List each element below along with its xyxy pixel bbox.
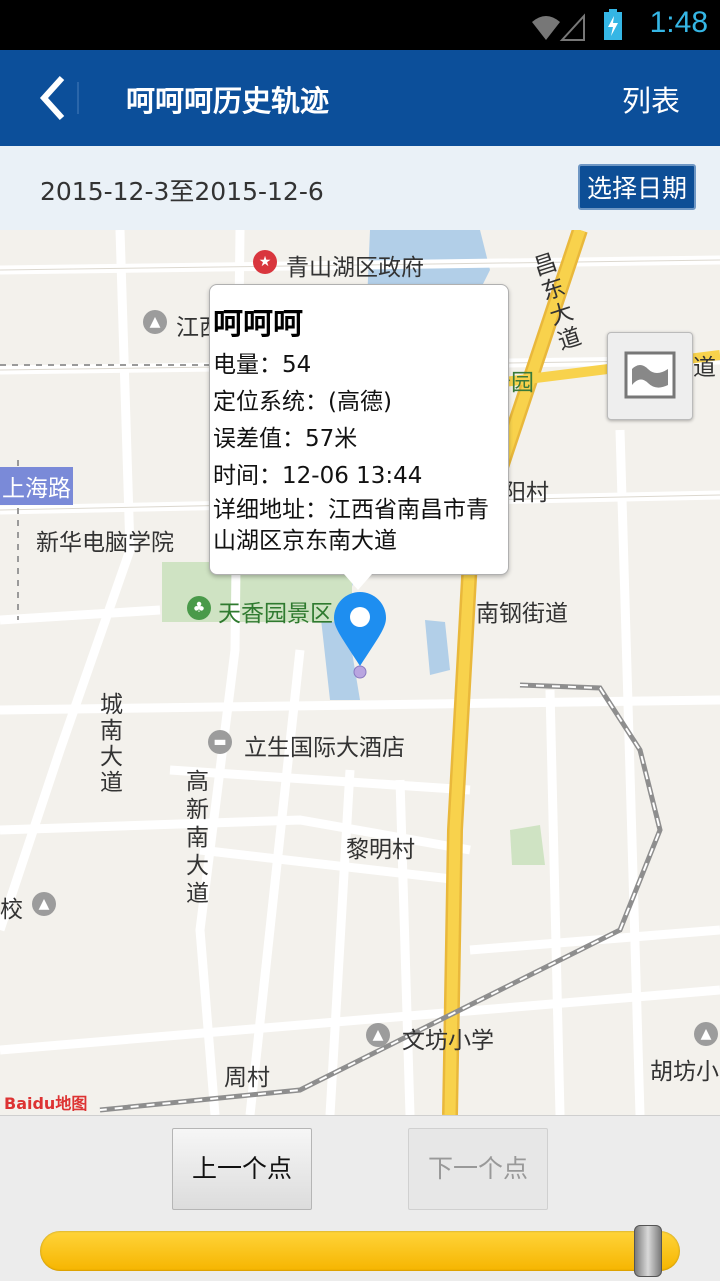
list-button[interactable]: 列表	[622, 78, 680, 120]
school-icon: ▲	[143, 310, 167, 334]
page-title: 呵呵呵历史轨迹	[126, 84, 330, 118]
baidu-logo: Baidu地图	[4, 1094, 88, 1113]
battery-charging-icon	[604, 9, 622, 40]
school-icon: ▲	[694, 1022, 718, 1046]
popup-time: 时间：12-06 13:44	[213, 463, 423, 489]
date-range: 2015-12-3至2015-12-6	[40, 177, 324, 206]
school-icon: ▲	[366, 1023, 390, 1047]
app-header: 呵呵呵历史轨迹 列表	[0, 50, 720, 146]
status-bar: 1:48	[0, 0, 720, 50]
map-label-tianxiang-park: 天香园景区	[218, 601, 333, 627]
select-date-button[interactable]: 选择日期	[578, 164, 696, 210]
map-layer-button[interactable]	[607, 332, 693, 420]
map-label-school-frag: 校	[0, 897, 23, 923]
popup-error: 误差值：57米	[213, 426, 358, 452]
map-label-hufang: 胡坊小	[650, 1059, 719, 1085]
government-icon: ★	[253, 250, 277, 274]
status-time: 1:48	[649, 6, 708, 39]
location-pin-icon[interactable]	[332, 590, 388, 682]
map-label-gaoxin-road: 高新南大道	[186, 769, 209, 907]
map-label-zhoucun: 周村	[224, 1065, 270, 1091]
popup-device-name: 呵呵呵	[213, 307, 303, 342]
popup-pointer	[344, 574, 372, 590]
map-label-qingshanhu-gov: 青山湖区政府	[286, 255, 424, 281]
wifi-icon	[532, 13, 585, 41]
bottom-controls: 上一个点 下一个点	[0, 1115, 720, 1281]
map-layer-icon	[624, 351, 676, 399]
slider-thumb[interactable]	[633, 1225, 662, 1277]
next-point-button[interactable]: 下一个点	[408, 1128, 548, 1210]
track-progress-slider[interactable]	[40, 1225, 680, 1277]
map-label-liming: 黎明村	[346, 837, 415, 863]
map-label-shanghai-road: 上海路	[0, 467, 73, 505]
hotel-icon: ▬	[208, 730, 232, 754]
map-label-chengnan-road: 城南大道	[100, 692, 123, 796]
map-label-wenfang-school: 文坊小学	[402, 1028, 494, 1054]
map-label-xinhua-college: 新华电脑学院	[36, 530, 174, 556]
popup-address: 详细地址：江西省南昌市青山湖区京东南大道	[213, 497, 489, 554]
location-info-popup: 呵呵呵 电量：54 定位系统：(高德) 误差值：57米 时间：12-06 13:…	[209, 284, 509, 575]
map-view[interactable]: ★ 青山湖区政府 ▲ 江西 院 ♣ 海洋公园 上海路 广阳村 新华电脑学院 ♣ …	[0, 230, 720, 1115]
popup-battery: 电量：54	[213, 352, 312, 378]
date-bar: 2015-12-3至2015-12-6 选择日期	[0, 146, 720, 231]
school-icon: ▲	[32, 892, 56, 916]
popup-system: 定位系统：(高德)	[213, 389, 392, 415]
map-label-lisheng-hotel: 立生国际大酒店	[244, 735, 405, 761]
scenic-icon: ♣	[187, 596, 211, 620]
map-label-dao-frag: 道	[693, 355, 716, 381]
map-label-nangang-street: 南钢街道	[476, 601, 568, 627]
prev-point-button[interactable]: 上一个点	[172, 1128, 312, 1210]
back-icon[interactable]	[30, 72, 90, 124]
